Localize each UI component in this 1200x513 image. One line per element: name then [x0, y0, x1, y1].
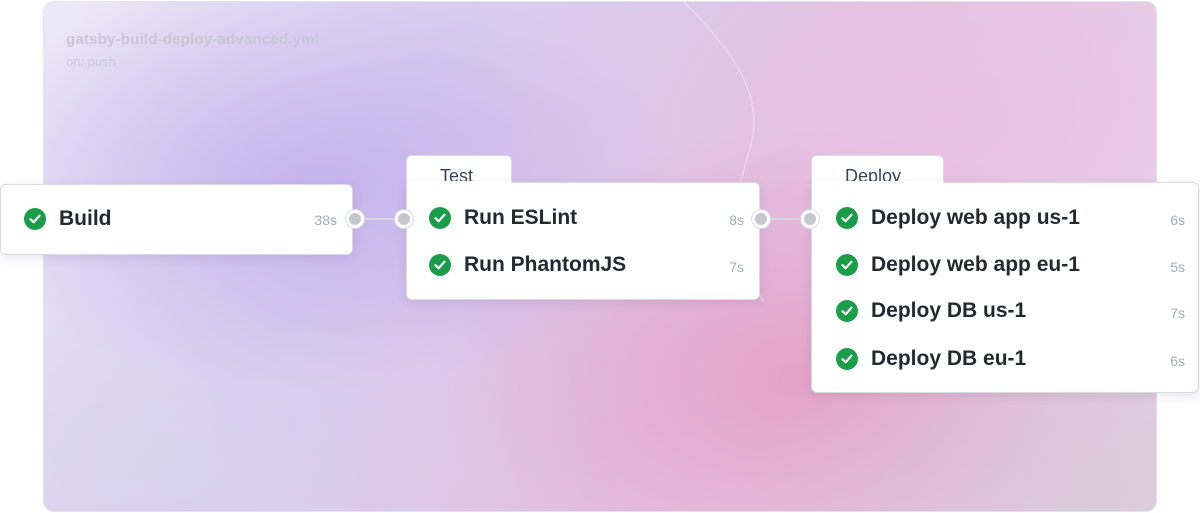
job-duration: 6s — [1170, 353, 1185, 369]
job-duration: 8s — [729, 212, 744, 228]
job-name: Deploy web app eu-1 — [871, 253, 1080, 276]
job-duration: 7s — [1170, 305, 1185, 321]
connector-dot — [752, 210, 770, 228]
tab-joiner — [407, 181, 511, 184]
job-name: Deploy DB eu-1 — [871, 347, 1027, 370]
connector-dot — [801, 210, 819, 228]
tab-joiner — [812, 181, 943, 184]
job-deploy-db-us-1[interactable]: Deploy DB us-1 — [836, 296, 1026, 326]
job-name: Run ESLint — [464, 206, 578, 229]
workflow-file-name: gatsby-build-deploy-advanced.yml — [66, 31, 320, 48]
job-duration: 6s — [1170, 212, 1185, 228]
connector-dot — [346, 210, 364, 228]
job-name: Build — [59, 207, 112, 230]
job-name: Deploy web app us-1 — [871, 206, 1080, 229]
check-circle-icon — [429, 207, 451, 229]
job-deploy-web-us-1[interactable]: Deploy web app us-1 — [836, 203, 1080, 233]
check-circle-icon — [429, 254, 451, 276]
job-run-phantomjs[interactable]: Run PhantomJS — [429, 250, 626, 280]
check-circle-icon — [836, 254, 858, 276]
job-name: Run PhantomJS — [464, 253, 627, 276]
job-duration: 7s — [729, 259, 744, 275]
job-run-eslint[interactable]: Run ESLint — [429, 203, 577, 233]
job-name: Deploy DB us-1 — [871, 299, 1027, 322]
job-deploy-web-eu-1[interactable]: Deploy web app eu-1 — [836, 250, 1080, 280]
workflow-trigger: on: push — [66, 54, 116, 69]
check-circle-icon — [24, 208, 46, 230]
job-duration: 5s — [1170, 259, 1185, 275]
job-duration: 38s — [314, 212, 337, 228]
check-circle-icon — [836, 300, 858, 322]
stage-test-card — [406, 182, 760, 300]
check-circle-icon — [836, 207, 858, 229]
job-deploy-db-eu-1[interactable]: Deploy DB eu-1 — [836, 344, 1026, 374]
connector-dot — [395, 210, 413, 228]
check-circle-icon — [836, 348, 858, 370]
job-build[interactable]: Build — [24, 204, 112, 234]
